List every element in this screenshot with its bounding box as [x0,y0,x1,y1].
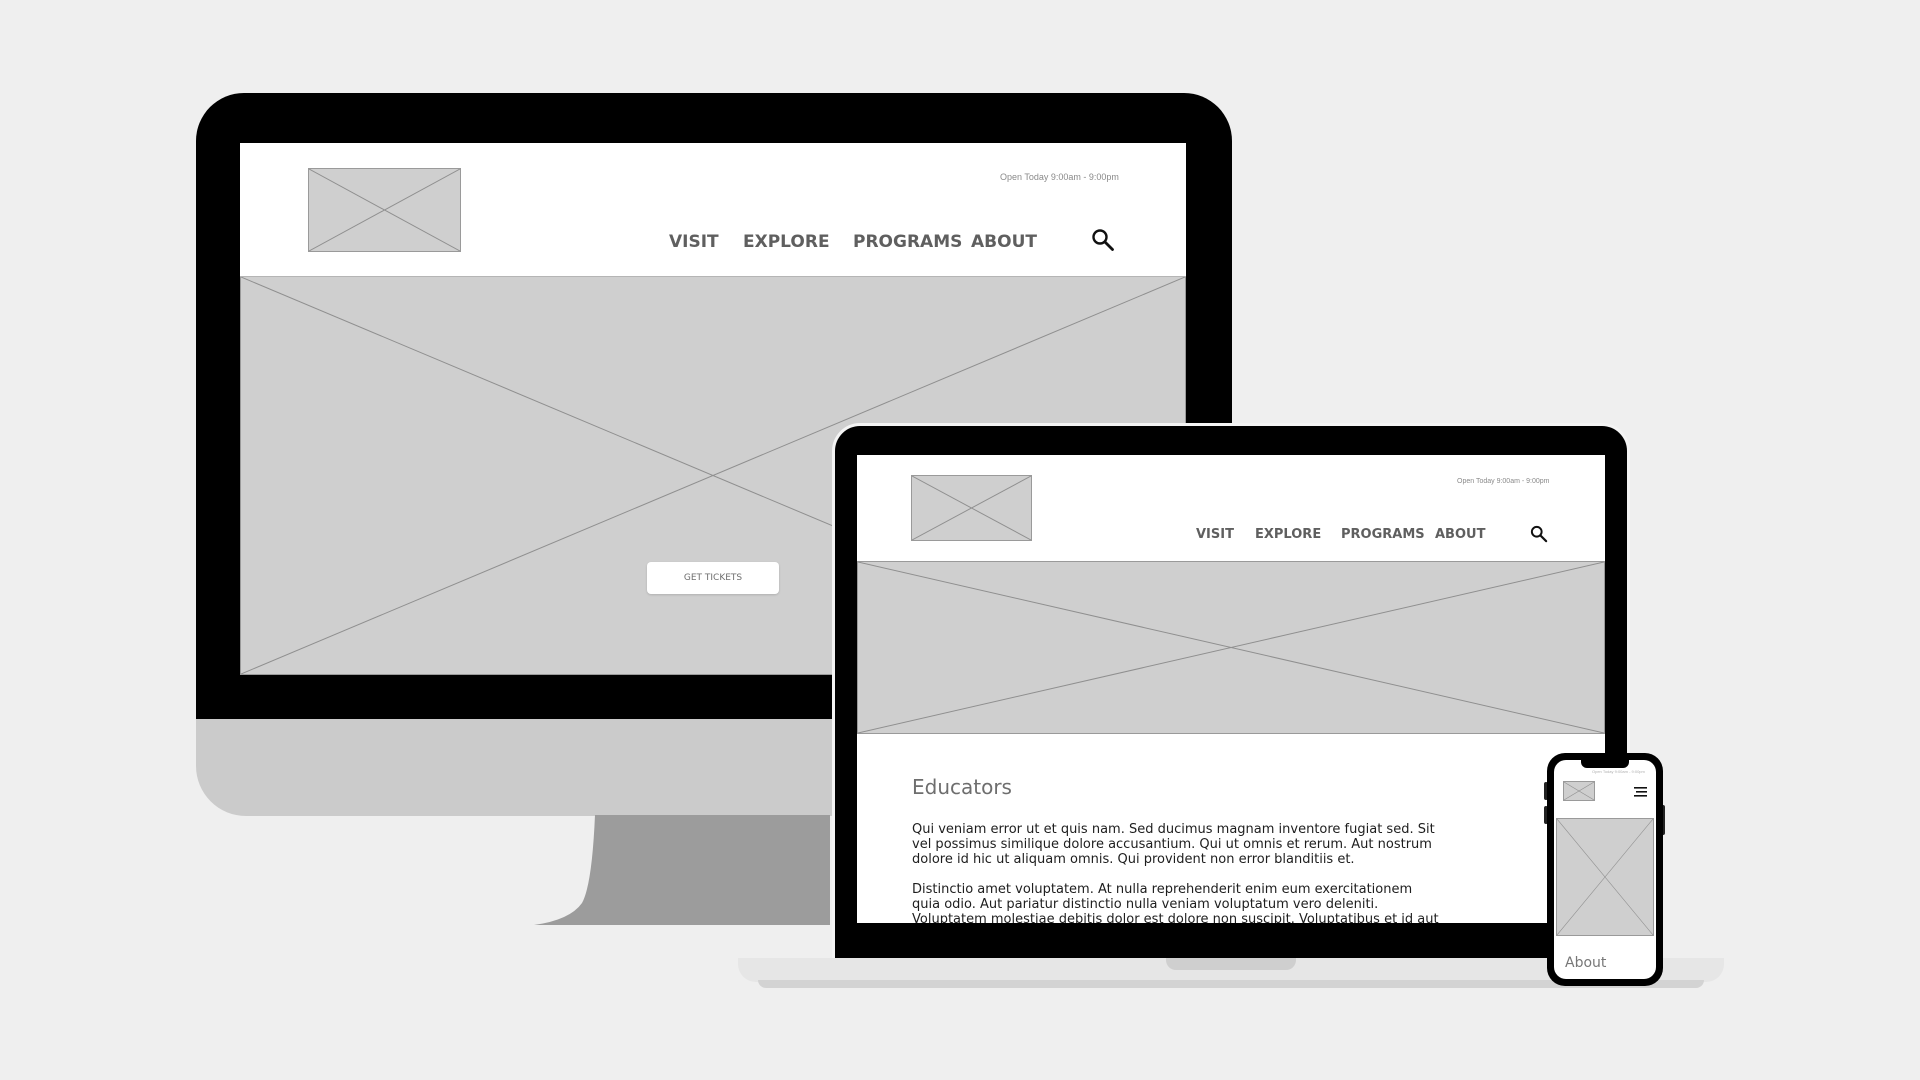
site-header: Open Today 9:00am - 9:00pm VISIT EXPLORE… [857,455,1605,562]
desktop-monitor-stand [534,815,830,925]
nav-explore[interactable]: EXPLORE [743,232,830,252]
laptop-trackpad-notch [1166,958,1296,970]
nav-programs[interactable]: PROGRAMS [853,232,962,252]
opening-hours: Open Today 9:00am - 9:00pm [1457,478,1550,485]
nav-about[interactable]: ABOUT [971,232,1037,252]
laptop-screen: Open Today 9:00am - 9:00pm VISIT EXPLORE… [857,455,1605,923]
nav-about[interactable]: ABOUT [1435,527,1485,542]
nav-programs[interactable]: PROGRAMS [1341,527,1425,542]
nav-visit[interactable]: VISIT [1196,527,1234,542]
opening-hours: Open Today 9:00am - 9:00pm [1592,769,1645,774]
site-header: Open Today 9:00am - 9:00pm VISIT EXPLORE… [240,143,1186,277]
logo-image-placeholder[interactable] [911,475,1032,541]
phone-screen: Open Today 9:00am - 9:00pm About [1554,760,1656,979]
search-icon[interactable] [1091,228,1115,252]
opening-hours: Open Today 9:00am - 9:00pm [1000,172,1119,182]
logo-image-placeholder[interactable] [308,168,461,252]
nav-visit[interactable]: VISIT [669,232,719,252]
hero-image-placeholder [1556,818,1654,936]
section-title: Educators [912,775,1012,799]
about-heading[interactable]: About [1565,955,1606,971]
search-icon[interactable] [1530,525,1548,543]
phone-notch [1581,760,1629,768]
body-paragraph: Qui veniam error ut et quis nam. Sed duc… [912,822,1435,867]
hamburger-menu-icon[interactable] [1633,785,1648,803]
body-paragraph: Distinctio amet voluptatem. At nulla rep… [912,882,1439,923]
get-tickets-button[interactable]: GET TICKETS [647,562,779,594]
hero-image-placeholder [857,561,1605,734]
logo-image-placeholder[interactable] [1563,781,1595,801]
nav-explore[interactable]: EXPLORE [1255,527,1321,542]
